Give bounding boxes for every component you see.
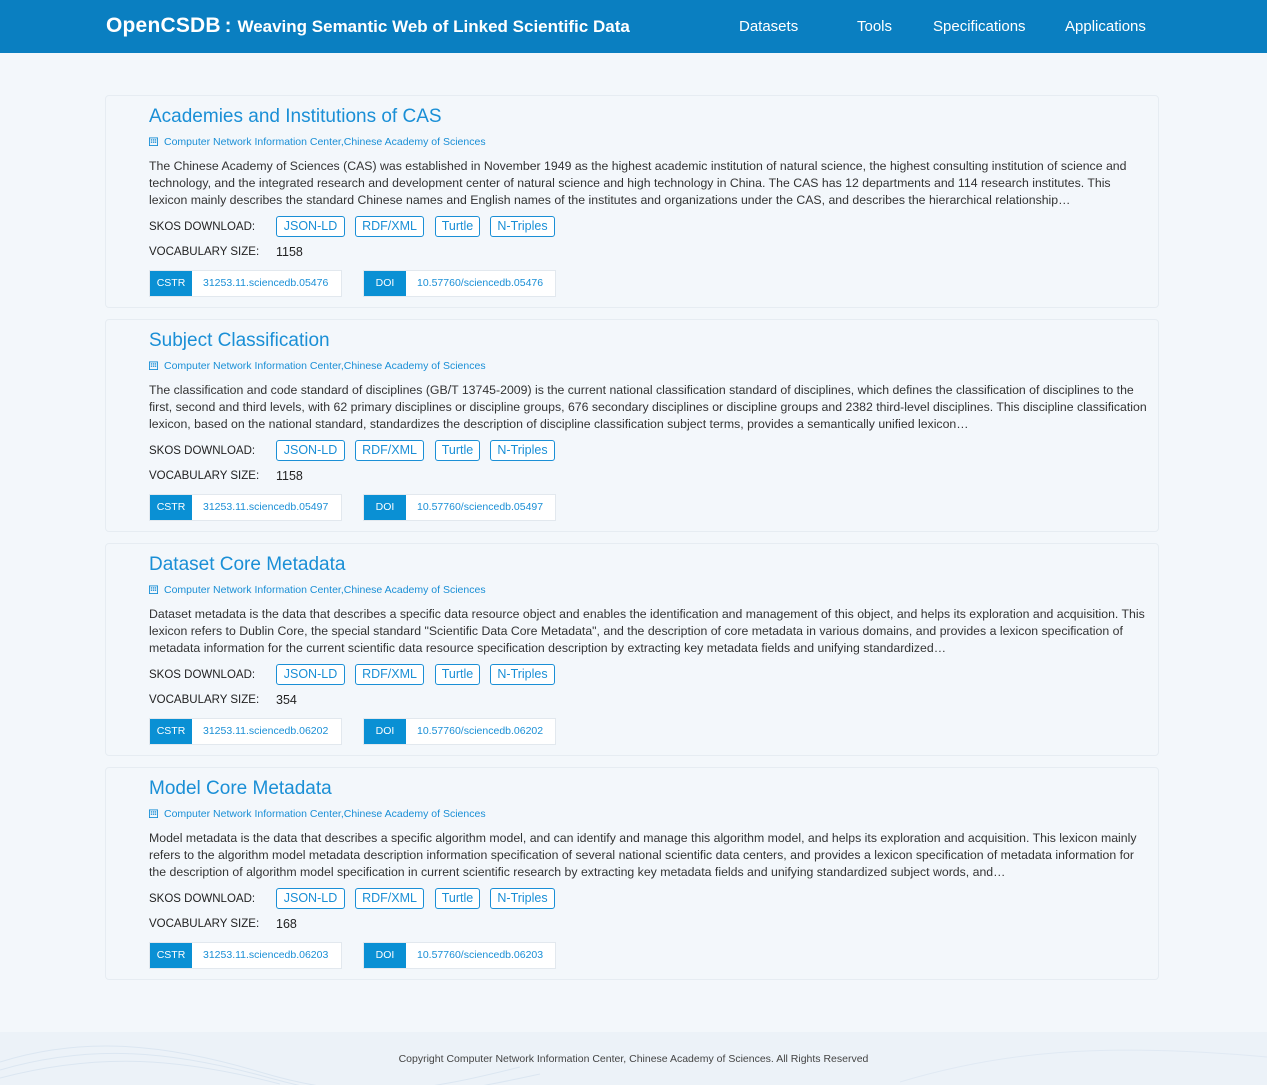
download-rdfxml-button[interactable]: RDF/XML	[355, 888, 424, 909]
lexicon-card: Academies and Institutions of CAS Comput…	[105, 95, 1159, 308]
lexicon-description: Model metadata is the data that describe…	[149, 831, 1137, 879]
cstr-identifier: CSTR 31253.11.sciencedb.05497	[149, 494, 342, 521]
vocabulary-size-value: 168	[276, 917, 297, 931]
download-jsonld-button[interactable]: JSON-LD	[276, 888, 345, 909]
download-jsonld-button[interactable]: JSON-LD	[276, 216, 345, 237]
org-name[interactable]: Computer Network Information Center,Chin…	[164, 584, 486, 596]
cstr-tag: CSTR	[150, 271, 192, 296]
lexicon-description: The Chinese Academy of Sciences (CAS) wa…	[149, 159, 1127, 207]
lexicon-card: Dataset Core Metadata Computer Network I…	[105, 543, 1159, 756]
nav-tools[interactable]: Tools	[857, 18, 892, 35]
skos-download-label: SKOS DOWNLOAD:	[149, 669, 256, 681]
cstr-identifier: CSTR 31253.11.sciencedb.06202	[149, 718, 342, 745]
doi-link[interactable]: 10.57760/sciencedb.06203	[417, 943, 543, 968]
doi-identifier: DOI 10.57760/sciencedb.06203	[363, 942, 556, 969]
lexicon-title[interactable]: Dataset Core Metadata	[149, 554, 345, 576]
lexicon-org: Computer Network Information Center,Chin…	[149, 584, 486, 596]
doi-link[interactable]: 10.57760/sciencedb.06202	[417, 719, 543, 744]
download-turtle-button[interactable]: Turtle	[435, 888, 480, 909]
org-name[interactable]: Computer Network Information Center,Chin…	[164, 360, 486, 372]
download-ntriples-button[interactable]: N-Triples	[490, 216, 555, 237]
download-ntriples-button[interactable]: N-Triples	[490, 664, 555, 685]
lexicon-org: Computer Network Information Center,Chin…	[149, 808, 486, 820]
lexicon-description: Dataset metadata is the data that descri…	[149, 607, 1145, 655]
download-rdfxml-button[interactable]: RDF/XML	[355, 216, 424, 237]
lexicon-card: Subject Classification Computer Network …	[105, 319, 1159, 532]
cstr-link[interactable]: 31253.11.sciencedb.06203	[203, 943, 328, 968]
cstr-identifier: CSTR 31253.11.sciencedb.05476	[149, 270, 342, 297]
org-name[interactable]: Computer Network Information Center,Chin…	[164, 808, 486, 820]
brand-logo-text[interactable]: OpenCSDB	[106, 14, 221, 37]
vocabulary-size-label: VOCABULARY SIZE:	[149, 470, 260, 482]
cstr-tag: CSTR	[150, 943, 192, 968]
cstr-identifier: CSTR 31253.11.sciencedb.06203	[149, 942, 342, 969]
cstr-tag: CSTR	[150, 495, 192, 520]
lexicon-title[interactable]: Subject Classification	[149, 330, 330, 352]
nav-specifications[interactable]: Specifications	[933, 18, 1026, 35]
vocabulary-size-label: VOCABULARY SIZE:	[149, 246, 260, 258]
download-ntriples-button[interactable]: N-Triples	[490, 440, 555, 461]
download-rdfxml-button[interactable]: RDF/XML	[355, 664, 424, 685]
doi-identifier: DOI 10.57760/sciencedb.05476	[363, 270, 556, 297]
vocabulary-size-label: VOCABULARY SIZE:	[149, 694, 260, 706]
building-icon	[149, 137, 158, 146]
lexicon-card: Model Core Metadata Computer Network Inf…	[105, 767, 1159, 980]
doi-link[interactable]: 10.57760/sciencedb.05476	[417, 271, 543, 296]
doi-identifier: DOI 10.57760/sciencedb.06202	[363, 718, 556, 745]
doi-tag: DOI	[364, 943, 406, 968]
skos-download-label: SKOS DOWNLOAD:	[149, 445, 256, 457]
nav-datasets[interactable]: Datasets	[739, 18, 798, 35]
lexicon-title[interactable]: Academies and Institutions of CAS	[149, 106, 442, 128]
download-jsonld-button[interactable]: JSON-LD	[276, 664, 345, 685]
doi-tag: DOI	[364, 495, 406, 520]
nav-applications[interactable]: Applications	[1065, 18, 1146, 35]
cstr-link[interactable]: 31253.11.sciencedb.05497	[203, 495, 328, 520]
brand-colon: :	[224, 15, 232, 37]
doi-link[interactable]: 10.57760/sciencedb.05497	[417, 495, 543, 520]
lexicon-org: Computer Network Information Center,Chin…	[149, 136, 486, 148]
doi-tag: DOI	[364, 719, 406, 744]
copyright-text: Copyright Computer Network Information C…	[398, 1053, 869, 1065]
download-ntriples-button[interactable]: N-Triples	[490, 888, 555, 909]
brand[interactable]: OpenCSDB: Weaving Semantic Web of Linked …	[106, 14, 630, 38]
vocabulary-size-value: 1158	[276, 245, 303, 259]
brand-tagline: Weaving Semantic Web of Linked Scientifi…	[237, 17, 630, 36]
building-icon	[149, 809, 158, 818]
doi-tag: DOI	[364, 271, 406, 296]
page-footer: Copyright Computer Network Information C…	[0, 1032, 1267, 1085]
vocabulary-size-value: 354	[276, 693, 297, 707]
cstr-link[interactable]: 31253.11.sciencedb.06202	[203, 719, 328, 744]
building-icon	[149, 585, 158, 594]
skos-download-label: SKOS DOWNLOAD:	[149, 893, 256, 905]
lexicon-title[interactable]: Model Core Metadata	[149, 778, 332, 800]
download-turtle-button[interactable]: Turtle	[435, 440, 480, 461]
skos-download-label: SKOS DOWNLOAD:	[149, 221, 256, 233]
cstr-tag: CSTR	[150, 719, 192, 744]
download-jsonld-button[interactable]: JSON-LD	[276, 440, 345, 461]
download-turtle-button[interactable]: Turtle	[435, 664, 480, 685]
vocabulary-size-value: 1158	[276, 469, 303, 483]
top-header: OpenCSDB: Weaving Semantic Web of Linked …	[0, 0, 1267, 53]
download-rdfxml-button[interactable]: RDF/XML	[355, 440, 424, 461]
cstr-link[interactable]: 31253.11.sciencedb.05476	[203, 271, 328, 296]
building-icon	[149, 361, 158, 370]
lexicon-description: The classification and code standard of …	[149, 383, 1147, 431]
vocabulary-size-label: VOCABULARY SIZE:	[149, 918, 260, 930]
lexicon-org: Computer Network Information Center,Chin…	[149, 360, 486, 372]
org-name[interactable]: Computer Network Information Center,Chin…	[164, 136, 486, 148]
download-turtle-button[interactable]: Turtle	[435, 216, 480, 237]
doi-identifier: DOI 10.57760/sciencedb.05497	[363, 494, 556, 521]
